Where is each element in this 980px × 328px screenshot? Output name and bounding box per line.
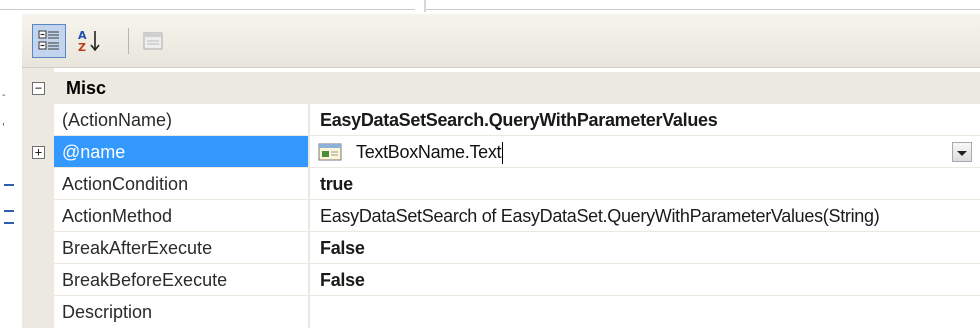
property-name: (ActionName): [62, 110, 173, 130]
property-name: ActionMethod: [62, 206, 173, 226]
value-input[interactable]: TextBoxName.Text: [356, 136, 504, 168]
property-row-breakafterexecute[interactable]: BreakAfterExecute False: [22, 232, 980, 264]
property-row-name[interactable]: + @name TextBoxName.Text: [22, 136, 980, 168]
alphabetical-sort-icon: A Z: [78, 29, 100, 54]
property-row-actionname[interactable]: (ActionName) EasyDataSetSearch.QueryWith…: [22, 104, 980, 136]
property-grid: − Misc (ActionName) EasyDataSetSearch.Qu…: [22, 68, 980, 328]
property-value[interactable]: EasyDataSetSearch.QueryWithParameterValu…: [310, 104, 980, 136]
property-value[interactable]: true: [310, 168, 980, 200]
left-edge-bar: [4, 222, 14, 224]
category-row-misc[interactable]: − Misc: [22, 72, 980, 104]
property-value[interactable]: False: [310, 264, 980, 296]
value-input-text: TextBoxName.Text: [356, 142, 502, 162]
expand-icon[interactable]: +: [32, 146, 45, 159]
property-name: BreakAfterExecute: [62, 238, 213, 258]
top-divider-left: [0, 9, 415, 10]
left-edge-glyph: ': [2, 122, 5, 133]
property-value-editor[interactable]: TextBoxName.Text: [310, 136, 980, 168]
property-value[interactable]: False: [310, 232, 980, 264]
property-row-actionmethod[interactable]: ActionMethod EasyDataSetSearch of EasyDa…: [22, 200, 980, 232]
property-value[interactable]: [310, 296, 980, 328]
splitter-handle[interactable]: [424, 0, 426, 12]
categorized-icon: [38, 30, 59, 50]
categorized-button[interactable]: [32, 24, 66, 58]
svg-text:Z: Z: [78, 41, 86, 54]
property-row-description[interactable]: Description: [22, 296, 980, 328]
property-name: Description: [62, 302, 153, 322]
left-edge-bar: [4, 184, 14, 186]
left-edge-glyph: -: [2, 90, 6, 101]
category-label: Misc: [66, 78, 107, 98]
left-edge-panel: - ': [0, 16, 20, 328]
top-divider-right: [426, 9, 980, 10]
textbox-type-icon: [318, 143, 342, 161]
property-pages-button[interactable]: [136, 24, 170, 58]
property-row-actioncondition[interactable]: ActionCondition true: [22, 168, 980, 200]
dropdown-arrow-button[interactable]: [952, 142, 972, 162]
alphabetical-button[interactable]: A Z: [72, 24, 106, 58]
property-grid-toolbar: A Z: [22, 14, 980, 68]
left-edge-bar: [4, 210, 14, 212]
property-name: @name: [54, 136, 308, 168]
property-name: BreakBeforeExecute: [62, 270, 228, 290]
property-name: ActionCondition: [62, 174, 189, 194]
collapse-icon[interactable]: −: [32, 82, 45, 95]
text-caret: [502, 142, 504, 165]
property-pages-icon: [143, 32, 163, 50]
toolbar-separator: [128, 28, 129, 54]
property-value[interactable]: EasyDataSetSearch of EasyDataSet.QueryWi…: [310, 200, 980, 232]
property-row-breakbeforeexecute[interactable]: BreakBeforeExecute False: [22, 264, 980, 296]
